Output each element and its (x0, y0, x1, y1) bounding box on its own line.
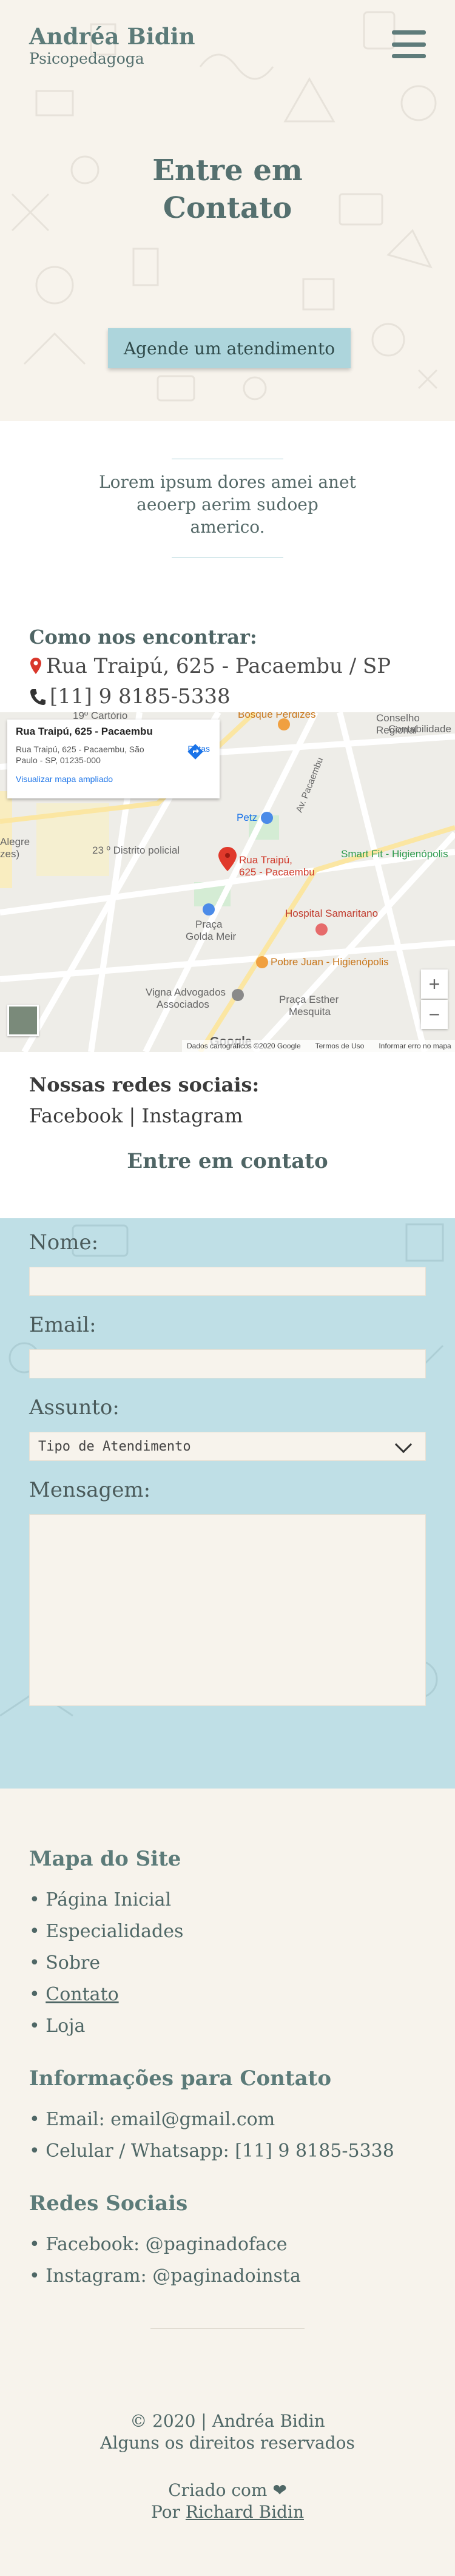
social-separator: | (123, 1104, 142, 1127)
address-line: Rua Traipú, 625 - Pacaembu / SP (29, 654, 391, 678)
intro-text: Lorem ipsum dores amei anet aeoerp aerim… (99, 472, 356, 537)
map-info-card: Rua Traipú, 625 - Pacaembu Rua Traipú, 6… (7, 720, 220, 798)
zoom-in-button[interactable]: + (421, 969, 448, 999)
hamburger-bar (392, 42, 426, 47)
contact-heading: Entre em contato (0, 1137, 455, 1218)
footer-facebook[interactable]: • Facebook: @paginadoface (29, 2234, 288, 2255)
intro-section: Lorem ipsum dores amei anet aeoerp aerim… (0, 421, 455, 603)
street-view-thumbnail[interactable] (7, 1005, 39, 1036)
social-heading: Nossas redes sociais: (29, 1073, 260, 1096)
map-label-pobre: Pobre Juan - Higienópolis (271, 956, 389, 968)
map-label-bosque: Bosque Perdizes (238, 712, 316, 720)
made-with: Criado com ❤ (168, 2480, 287, 2500)
footer-divider (150, 2328, 305, 2329)
phone-text[interactable]: [11] 9 8185-5338 (50, 684, 231, 709)
map-footer-bar: Dados cartográficos ©2020 Google Termos … (182, 1040, 455, 1052)
map-label-praca: Praça (195, 919, 223, 930)
footer-social-heading: Redes Sociais (29, 2191, 188, 2216)
subject-label: Assunto: (29, 1395, 120, 1420)
map-card-title: Rua Traipú, 625 - Pacaembu (16, 726, 153, 737)
rights-reserved: Alguns os direitos reservados (100, 2433, 355, 2453)
hamburger-menu-icon[interactable] (392, 30, 426, 58)
hamburger-bar (392, 30, 426, 35)
contact-info-phone[interactable]: • Celular / Whatsapp: [11] 9 8185-5338 (29, 2140, 394, 2162)
map-label-zes: zes) (0, 848, 20, 860)
message-label: Mensagem: (29, 1478, 151, 1502)
subject-select-value: Tipo de Atendimento (38, 1438, 191, 1454)
map-label-esther: Praça Esther (279, 994, 339, 1005)
author-prefix: Por (151, 2502, 180, 2522)
subject-select[interactable]: Tipo de Atendimento (29, 1432, 426, 1461)
sitemap-link-about[interactable]: • Sobre (29, 1952, 100, 1974)
message-textarea[interactable] (29, 1514, 426, 1706)
phone-icon (30, 689, 46, 705)
map-label-hospital: Hospital Samaritano (285, 908, 379, 919)
map-pin-icon (30, 658, 41, 674)
map-label-alegre: Alegre (0, 836, 30, 848)
map-label-distrito: 23 º Distrito policial (92, 845, 180, 856)
location-heading: Como nos encontrar: (29, 625, 257, 649)
author-credit: Por Richard Bidin (0, 2502, 455, 2522)
map-label-smartfit: Smart Fit - Higienópolis (341, 848, 448, 860)
directions-button[interactable]: Rotas (187, 744, 210, 760)
brand-logo[interactable]: Andréa Bidin Psicopedagoga (29, 23, 195, 68)
page-title-line-2: Contato (163, 191, 292, 225)
brand-name: Andréa Bidin (29, 23, 195, 50)
map-pin-label-line-1: Rua Traipú, (239, 854, 292, 866)
sitemap-link-store[interactable]: • Loja (29, 2015, 85, 2037)
author-link[interactable]: Richard Bidin (186, 2502, 304, 2522)
map-label-contabilidade: Contabilidade (388, 723, 451, 735)
directions-icon (187, 744, 204, 760)
phone-line: [11] 9 8185-5338 (29, 684, 231, 709)
hero-section: Andréa Bidin Psicopedagoga Entre em Cont… (0, 0, 455, 421)
map-pin-label: Rua Traipú, 625 - Pacaembu (239, 854, 315, 878)
name-label: Nome: (29, 1230, 99, 1255)
map-enlarge-link[interactable]: Visualizar mapa ampliado (16, 774, 211, 784)
social-section: Nossas redes sociais: Facebook | Instagr… (0, 1052, 455, 1137)
footer-instagram[interactable]: • Instagram: @paginadoinsta (29, 2265, 301, 2287)
zoom-out-button[interactable]: − (421, 1000, 448, 1029)
map-label-vigna: Vigna Advogados (146, 986, 226, 998)
schedule-appointment-button[interactable]: Agende um atendimento (108, 328, 351, 368)
sitemap-item-contact: • Contato (29, 1984, 119, 2005)
map-label-golda: Golda Meir (186, 931, 237, 942)
map-card-address: Rua Traipú, 625 - Pacaembu, São Paulo - … (16, 744, 144, 765)
page-title-line-1: Entre em (152, 153, 303, 187)
map-attribution: Dados cartográficos ©2020 Google (187, 1042, 301, 1050)
social-links: Facebook | Instagram (29, 1104, 243, 1127)
email-field[interactable] (29, 1349, 426, 1378)
contact-info-email[interactable]: • Email: email@gmail.com (29, 2109, 275, 2130)
page-title: Entre em Contato (0, 152, 455, 227)
map-report-link[interactable]: Informar erro no mapa (379, 1042, 451, 1050)
embedded-map[interactable]: Rua Traipú, 625 - Pacaembu 19º Cartório … (0, 712, 455, 1052)
brand-subtitle: Psicopedagoga (29, 50, 144, 67)
map-label-petz: Petz (237, 812, 258, 823)
sitemap-link-specialties[interactable]: • Especialidades (29, 1921, 183, 1942)
contact-info-heading: Informações para Contato (29, 2066, 331, 2091)
contact-form: Nome: Email: Assunto: Tipo de Atendiment… (0, 1218, 455, 1789)
sitemap-link-home[interactable]: • Página Inicial (29, 1889, 171, 1910)
name-field[interactable] (29, 1267, 426, 1296)
copyright: © 2020 | Andréa Bidin (130, 2411, 325, 2431)
sitemap-heading: Mapa do Site (29, 1847, 181, 1871)
map-pin-label-line-2: 625 - Pacaembu (239, 866, 315, 878)
email-label: Email: (29, 1313, 96, 1337)
facebook-link[interactable]: Facebook (29, 1104, 123, 1127)
instagram-link[interactable]: Instagram (142, 1104, 243, 1127)
map-terms-link[interactable]: Termos de Uso (315, 1042, 365, 1050)
address-text: Rua Traipú, 625 - Pacaembu / SP (46, 654, 391, 678)
hamburger-bar (392, 54, 426, 58)
sitemap-link-contact[interactable]: Contato (46, 1984, 118, 2005)
location-section: Como nos encontrar: Rua Traipú, 625 - Pa… (0, 603, 455, 712)
chevron-down-icon (394, 1435, 413, 1454)
site-footer: Mapa do Site • Página Inicial • Especial… (0, 1789, 455, 2576)
map-label-mesquita: Mesquita (289, 1006, 331, 1017)
map-label-associados: Associados (157, 999, 209, 1010)
